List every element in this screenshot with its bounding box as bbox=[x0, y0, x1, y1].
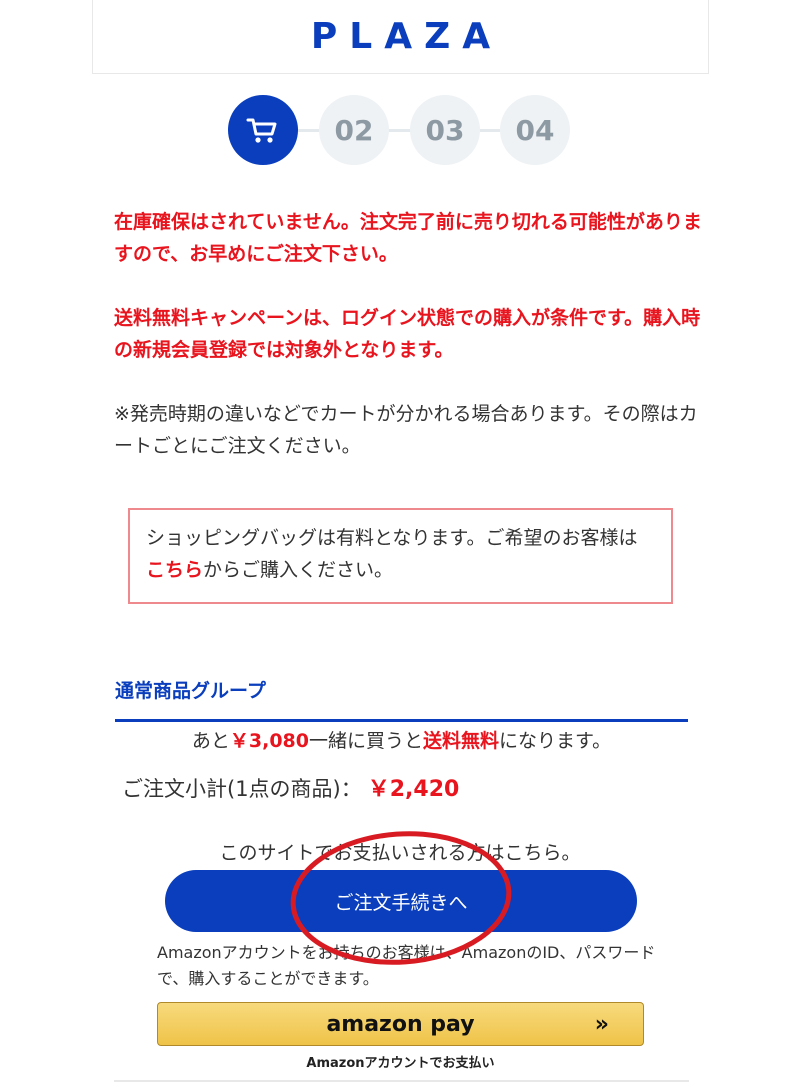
amazon-pay-caption: Amazonアカウントでお支払い bbox=[306, 1056, 495, 1071]
amazon-pay-note: Amazonアカウントをお持ちのお客様は、AmazonのID、パスワードで、購入… bbox=[157, 943, 656, 988]
step-cart bbox=[228, 95, 298, 165]
cart-icon bbox=[246, 118, 277, 143]
site-payment-text: このサイトでお支払いされる方はこちら。 bbox=[219, 842, 581, 864]
free-shipping-suffix: になります。 bbox=[499, 730, 612, 752]
free-shipping-label: 送料無料 bbox=[423, 730, 500, 752]
section-divider bbox=[114, 1080, 689, 1082]
shipping-campaign-notice: 送料無料キャンペーンは、ログイン状態での購入が条件です。購入時の新規会員登録では… bbox=[114, 307, 701, 361]
free-shipping-amount: ￥3,080 bbox=[229, 730, 309, 752]
stock-warning: 在庫確保はされていません。注文完了前に売り切れる可能性がありますので、お早めにご… bbox=[114, 211, 702, 265]
amazon-pay-logo: amazon pay bbox=[326, 1011, 475, 1037]
double-chevron-right-icon: » bbox=[594, 1012, 609, 1037]
split-cart-note: ※発売時期の違いなどでカートが分かれる場合あります。その際はカートごとにご注文く… bbox=[114, 403, 698, 457]
amazon-pay-button[interactable]: amazon pay » bbox=[157, 1002, 644, 1046]
cart-group-title: 通常商品グループ bbox=[115, 680, 266, 702]
shopping-bag-link[interactable]: こちら bbox=[146, 559, 203, 581]
plaza-logo[interactable]: PLAZA bbox=[299, 16, 502, 57]
step-02: 02 bbox=[319, 95, 389, 165]
step-04: 04 bbox=[500, 95, 570, 165]
progress-connector bbox=[263, 129, 539, 132]
subtotal-price: ￥2,420 bbox=[367, 777, 460, 802]
proceed-to-order-button[interactable]: ご注文手続きへ bbox=[165, 870, 637, 932]
free-shipping-message: あと￥3,080一緒に買うと送料無料になります。 bbox=[115, 726, 688, 756]
bag-notice-text-end: からご購入ください。 bbox=[203, 559, 394, 581]
subtotal-label: ご注文小計(1点の商品)： bbox=[122, 777, 362, 801]
cart-group-divider bbox=[115, 719, 688, 722]
step-03: 03 bbox=[410, 95, 480, 165]
shopping-bag-notice: ショッピングバッグは有料となります。ご希望のお客様はこちらからご購入ください。 bbox=[128, 508, 673, 604]
free-shipping-prefix: あと bbox=[191, 730, 230, 752]
order-subtotal: ご注文小計(1点の商品)： ￥2,420 bbox=[122, 772, 459, 807]
checkout-progress-steps: 02 03 04 bbox=[228, 95, 574, 165]
bag-notice-text: ショッピングバッグは有料となります。ご希望のお客様は bbox=[146, 527, 638, 549]
free-shipping-middle: 一緒に買うと bbox=[308, 730, 423, 752]
site-header: PLAZA bbox=[92, 0, 709, 74]
